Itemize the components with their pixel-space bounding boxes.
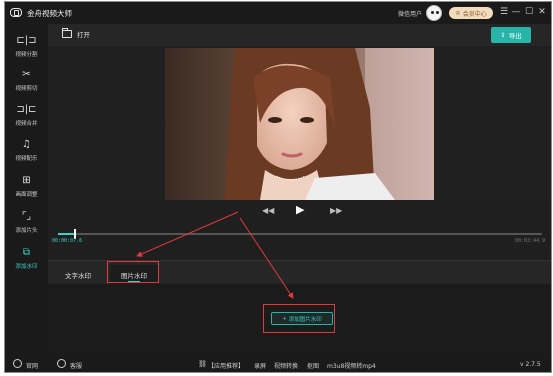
player-controls: ◀◀ ▶ ▶▶ 00:00:07.6 00:03:44.9 bbox=[48, 200, 551, 260]
sidebar-item-label: 视频配乐 bbox=[15, 156, 38, 162]
maximize-button[interactable]: ☐ bbox=[524, 6, 534, 18]
rewind-icon[interactable]: ◀◀ bbox=[262, 206, 274, 215]
scissors-icon: ✂ bbox=[22, 69, 31, 80]
plus-icon: + bbox=[282, 315, 287, 322]
add-image-watermark-label: 添加图片水印 bbox=[288, 316, 322, 323]
user-name[interactable]: 微信用户 bbox=[398, 9, 422, 18]
merge-icon: ⊐|⊏ bbox=[16, 104, 37, 115]
sidebar-item-label: 画面调整 bbox=[15, 192, 38, 198]
export-button[interactable]: ⇪ 导出 bbox=[491, 27, 531, 43]
total-time: 00:03:44.9 bbox=[515, 238, 546, 244]
watermark-icon: ⧉ bbox=[22, 247, 31, 258]
folder-icon bbox=[62, 28, 72, 38]
export-icon: ⇪ bbox=[500, 31, 506, 39]
fast-forward-icon[interactable]: ▶▶ bbox=[330, 206, 342, 215]
progress-track[interactable] bbox=[58, 229, 542, 239]
tab-label: 图片水印 bbox=[121, 271, 147, 280]
sidebar-item-cut[interactable]: ✂ 视频剪切 bbox=[5, 68, 48, 98]
sidebar-item-label: 添加片头 bbox=[15, 228, 38, 234]
intro-icon: ⌜⌟ bbox=[21, 211, 32, 222]
export-label: 导出 bbox=[508, 32, 522, 40]
close-button[interactable]: ✕ bbox=[537, 6, 547, 18]
version-label: v 2.7.5 bbox=[520, 361, 541, 368]
tab-image-watermark[interactable]: 图片水印 bbox=[110, 265, 158, 284]
vip-center-label: 会员中心 bbox=[462, 10, 487, 18]
add-image-watermark-button[interactable]: + 添加图片水印 bbox=[271, 312, 333, 325]
sidebar-item-music[interactable]: ♫ 视频配乐 bbox=[5, 138, 48, 168]
globe-icon bbox=[13, 359, 22, 368]
title-bar: 金舟视频大师 微信用户 ♔ 会员中心 ☰ — ☐ ✕ bbox=[5, 2, 551, 24]
video-viewer bbox=[48, 48, 551, 200]
current-time: 00:00:07.6 bbox=[52, 238, 83, 244]
watermark-panel: + 添加图片水印 bbox=[48, 284, 551, 355]
sidebar-item-label: 视频剪切 bbox=[15, 86, 38, 92]
app-recommend-link[interactable]: 【应用推荐】 bbox=[208, 361, 244, 370]
video-frame-image bbox=[165, 48, 434, 200]
vip-center-button[interactable]: ♔ 会员中心 bbox=[449, 7, 493, 19]
support-link[interactable]: 客服 bbox=[70, 361, 82, 370]
sidebar-item-intro[interactable]: ⌜⌟ 添加片头 bbox=[5, 210, 48, 240]
screen-record-link[interactable]: 录屏 bbox=[254, 361, 266, 370]
avatar[interactable] bbox=[426, 5, 442, 21]
watermark-tabs: 文字水印 图片水印 bbox=[48, 260, 551, 284]
sidebar-item-watermark[interactable]: ⧉ 添加水印 bbox=[5, 246, 48, 276]
website-link[interactable]: 官网 bbox=[26, 361, 38, 370]
tab-text-watermark[interactable]: 文字水印 bbox=[48, 265, 108, 284]
video-frame bbox=[165, 48, 434, 200]
app-logo-icon bbox=[10, 8, 22, 17]
sidebar-item-split[interactable]: ⊏|⊐ 视频分割 bbox=[5, 34, 48, 64]
adjust-icon: ⊞ bbox=[22, 175, 31, 186]
sidebar-item-label: 视频合并 bbox=[15, 121, 38, 127]
sidebar-item-label: 视频分割 bbox=[15, 52, 38, 58]
open-label: 打开 bbox=[77, 31, 90, 39]
sidebar: ⊏|⊐ 视频分割 ✂ 视频剪切 ⊐|⊏ 视频合并 ♫ 视频配乐 ⊞ 画面调整 ⌜… bbox=[5, 24, 48, 355]
toolbar: 打开 ⇪ 导出 bbox=[48, 24, 551, 46]
split-icon: ⊏|⊐ bbox=[16, 35, 37, 46]
menu-button[interactable]: ☰ bbox=[499, 6, 509, 18]
progress-fill bbox=[58, 233, 75, 235]
cutout-link[interactable]: 抠图 bbox=[307, 361, 319, 370]
music-icon: ♫ bbox=[22, 139, 31, 150]
play-icon[interactable]: ▶ bbox=[296, 203, 304, 216]
link-icon: ⛓ bbox=[198, 360, 207, 368]
minimize-button[interactable]: — bbox=[511, 6, 521, 18]
crown-icon: ♔ bbox=[455, 9, 461, 17]
sidebar-item-merge[interactable]: ⊐|⊏ 视频合并 bbox=[5, 103, 48, 133]
video-convert-link[interactable]: 视频转换 bbox=[274, 361, 298, 370]
status-bar: 官网 客服 ⛓ 【应用推荐】 录屏 视频转换 抠图 m3u8视频转mp4 v 2… bbox=[5, 355, 551, 372]
tab-label: 文字水印 bbox=[65, 271, 91, 280]
sidebar-item-label: 添加水印 bbox=[15, 264, 38, 270]
headset-icon bbox=[57, 359, 66, 368]
app-title: 金舟视频大师 bbox=[27, 9, 72, 18]
m3u8-convert-link[interactable]: m3u8视频转mp4 bbox=[327, 361, 376, 370]
sidebar-item-adjust[interactable]: ⊞ 画面调整 bbox=[5, 174, 48, 204]
open-button[interactable]: 打开 bbox=[62, 28, 90, 39]
app-window: 金舟视频大师 微信用户 ♔ 会员中心 ☰ — ☐ ✕ ⊏|⊐ 视频分割 ✂ 视频… bbox=[4, 1, 552, 373]
